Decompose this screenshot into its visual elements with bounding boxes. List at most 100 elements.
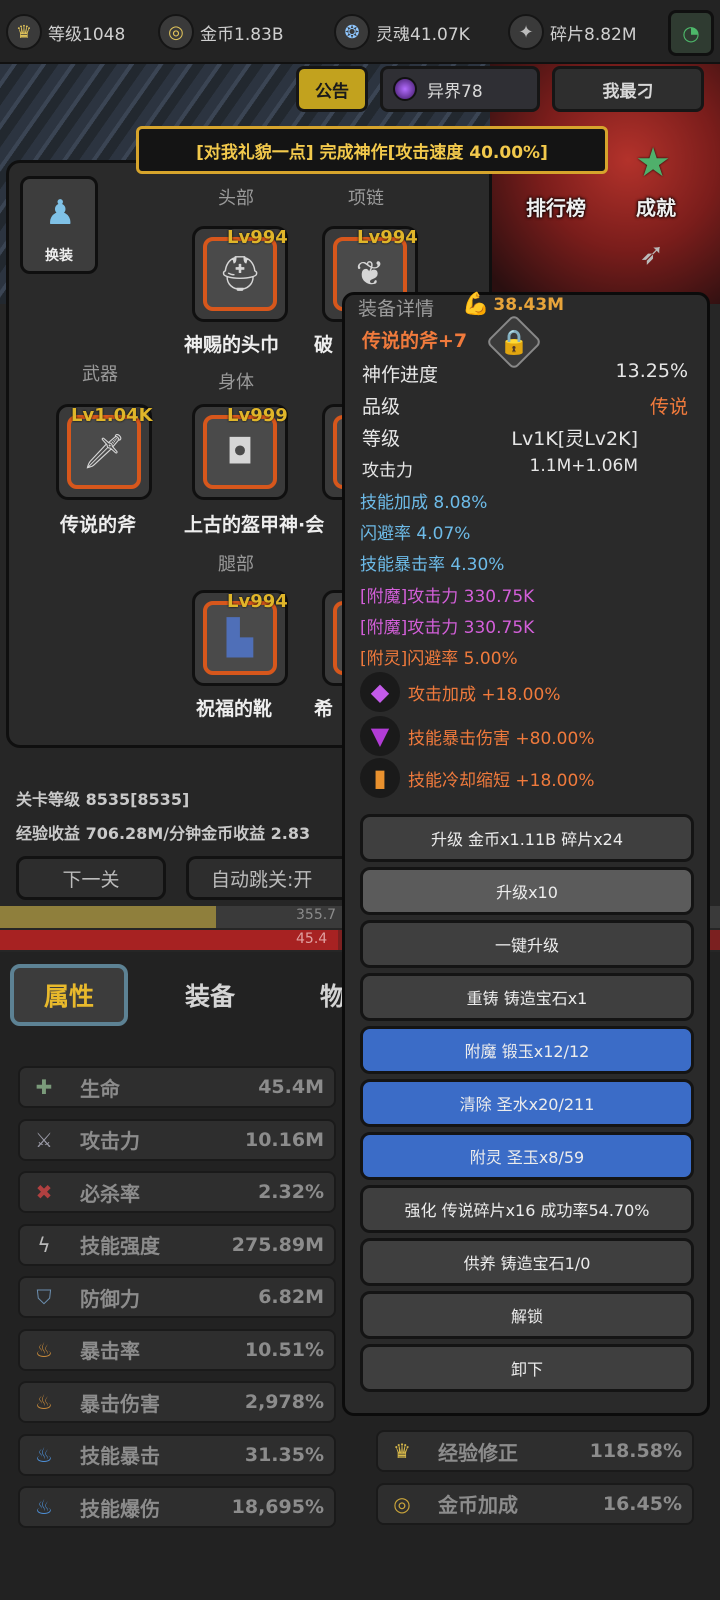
weapon-level: Lv1.04K xyxy=(71,405,153,426)
stat-row: ⛉ 防御力 6.82M xyxy=(18,1276,336,1318)
hp-bar-text: 45.4 xyxy=(296,931,328,947)
stat-row: ♨ 技能暴击 31.35% xyxy=(18,1433,336,1476)
gem-bonus-text: 技能暴击伤害 +80.00% xyxy=(408,728,595,749)
gem-bonus-text: 技能冷却缩短 +18.00% xyxy=(408,770,595,791)
armor-icon: ◘ xyxy=(203,415,277,489)
fragment-icon: ✦ xyxy=(508,14,544,50)
detail-row-key: 攻击力 xyxy=(362,461,413,481)
stat-name: 攻击力 xyxy=(80,1129,140,1153)
tab-attributes[interactable]: 属性 xyxy=(10,964,128,1026)
spirit-button[interactable]: 附灵 圣玉x8/59 xyxy=(360,1132,694,1180)
stat-value: 18,695% xyxy=(231,1496,324,1518)
coin-balance-text: 金币1.83B xyxy=(200,24,284,45)
stat-row: ϟ 技能强度 275.89M xyxy=(18,1223,336,1266)
detail-row-value: Lv1K[灵Lv2K] xyxy=(511,428,638,450)
legs-level: Lv994 xyxy=(227,591,288,612)
stat-row: ⚔ 攻击力 10.16M xyxy=(18,1118,336,1161)
bonus-skill-crit: 技能暴击率 4.30% xyxy=(360,555,505,575)
coin-icon: ◎ xyxy=(158,14,194,50)
unequip-button[interactable]: 卸下 xyxy=(360,1344,694,1392)
upgrade-all-button[interactable]: 一键升级 xyxy=(360,920,694,968)
strengthen-button[interactable]: 强化 传说碎片x16 成功率54.70% xyxy=(360,1185,694,1233)
bonus-skill: 技能加成 8.08% xyxy=(360,493,488,513)
orange-gem-icon: ▮ xyxy=(360,758,400,798)
rank-button[interactable]: 排行榜 xyxy=(526,192,586,221)
nurture-button[interactable]: 供养 铸造宝石1/0 xyxy=(360,1238,694,1286)
stat-name: 必杀率 xyxy=(80,1181,140,1206)
bow-icon[interactable]: ➶ xyxy=(624,226,680,282)
necklace-level: Lv994 xyxy=(357,227,418,248)
legs-slot-label: 腿部 xyxy=(218,554,254,575)
enchant-line-1: [附魔]攻击力 330.75K xyxy=(360,587,535,607)
helmet-icon: ⛑ xyxy=(203,237,277,311)
stat-value: 10.16M xyxy=(244,1128,324,1151)
stat-row: ✚ 生命 45.4M xyxy=(18,1066,336,1108)
weapon-slot[interactable]: 🗡 Lv1.04K xyxy=(56,404,153,500)
accessory-item-name: 希 xyxy=(314,698,334,720)
stage-income: 经验收益 706.28M/分钟金币收益 2.83 xyxy=(16,824,311,843)
hp-bar-fill xyxy=(0,930,339,950)
exp-bar-text: 355.7 xyxy=(296,907,337,923)
head-item-name: 神赐的头巾 xyxy=(184,334,280,356)
detail-row-value: 13.25% xyxy=(615,360,688,382)
unlock-button[interactable]: 解锁 xyxy=(360,1291,694,1339)
flame-icon: ♨ xyxy=(35,1390,53,1414)
tab-me[interactable]: 我最刁 xyxy=(552,66,704,112)
tab-world[interactable]: 异界78 xyxy=(380,66,540,112)
legs-item-name: 祝福的靴 xyxy=(196,698,273,720)
coin-icon: ◎ xyxy=(393,1491,411,1516)
achievement-button[interactable]: 成就 xyxy=(636,192,676,221)
person-icon: ♟ xyxy=(45,193,76,233)
combat-power-value: 38.43M xyxy=(493,294,565,315)
head-slot-label: 头部 xyxy=(218,188,254,209)
stat-row: ✖ 必杀率 2.32% xyxy=(18,1171,336,1213)
auto-skip-button[interactable]: 自动跳关:开 xyxy=(186,856,346,900)
sword-icon: ⚔ xyxy=(35,1127,53,1152)
upgrade-x10-button[interactable]: 升级x10 xyxy=(360,867,694,915)
blue-flame-icon: ♨ xyxy=(35,1495,53,1519)
tab-notice[interactable]: 公告 xyxy=(296,66,368,112)
enchant-line-2: [附魔]攻击力 330.75K xyxy=(360,618,535,638)
gem-row-attack: ◆ 攻击加成 +18.00% xyxy=(360,672,560,712)
detail-row-value: 1.1M+1.06M xyxy=(529,456,638,476)
detail-item-name: 传说的斧+7 xyxy=(362,330,468,352)
stat-name: 暴击伤害 xyxy=(80,1391,160,1416)
stat-value: 2.32% xyxy=(258,1181,324,1203)
blue-flame-icon: ♨ xyxy=(35,1442,53,1467)
legs-slot[interactable]: ▙ Lv994 xyxy=(192,590,288,686)
stat-row: ♨ 技能爆伤 18,695% xyxy=(18,1486,336,1528)
stat-value: 45.4M xyxy=(258,1076,324,1098)
player-level: ♛ 等级1048 xyxy=(6,12,125,52)
upgrade-button[interactable]: 升级 金币x1.11B 碎片x24 xyxy=(360,814,694,862)
network-icon[interactable]: ◔ xyxy=(668,10,714,56)
body-item-name: 上古的盔甲神·会 xyxy=(184,514,325,536)
enchant-button[interactable]: 附魔 锻玉x12/12 xyxy=(360,1026,694,1074)
detail-row-value: 传说 xyxy=(649,396,688,418)
body-slot[interactable]: ◘ Lv999 xyxy=(192,404,288,500)
combat-power: 💪 38.43M xyxy=(462,292,564,317)
crown-icon: ♛ xyxy=(6,14,42,50)
detail-row-key: 神作进度 xyxy=(362,364,439,386)
crown-icon: ♛ xyxy=(393,1439,411,1463)
clear-button[interactable]: 清除 圣水x20/211 xyxy=(360,1079,694,1127)
currency-bar: ♛ 等级1048 ◎ 金币1.83B ❂ 灵魂41.07K ✦ 碎片8.82M … xyxy=(0,0,720,64)
stat-name: 经验修正 xyxy=(438,1440,518,1465)
fragment-balance: ✦ 碎片8.82M xyxy=(508,12,637,52)
stat-name: 金币加成 xyxy=(438,1493,518,1517)
body-level: Lv999 xyxy=(227,405,288,426)
portal-icon xyxy=(393,77,417,101)
star-icon[interactable]: ★ xyxy=(628,138,678,188)
head-level: Lv994 xyxy=(227,227,288,248)
next-stage-button[interactable]: 下一关 xyxy=(16,856,166,900)
soul-icon: ❂ xyxy=(334,14,370,50)
stat-name: 防御力 xyxy=(80,1286,140,1311)
stat-name: 技能暴击 xyxy=(80,1444,160,1468)
swap-outfit-button[interactable]: ♟ 换装 xyxy=(20,176,98,274)
head-slot[interactable]: ⛑ Lv994 xyxy=(192,226,288,322)
reforge-button[interactable]: 重铸 铸造宝石x1 xyxy=(360,973,694,1021)
gem-bonus-text: 攻击加成 +18.00% xyxy=(408,684,561,705)
stat-value: 275.89M xyxy=(231,1233,324,1256)
lightning-icon: ϟ xyxy=(37,1232,51,1257)
soul-balance-text: 灵魂41.07K xyxy=(376,24,470,45)
tab-equipment[interactable]: 装备 xyxy=(150,966,270,1024)
